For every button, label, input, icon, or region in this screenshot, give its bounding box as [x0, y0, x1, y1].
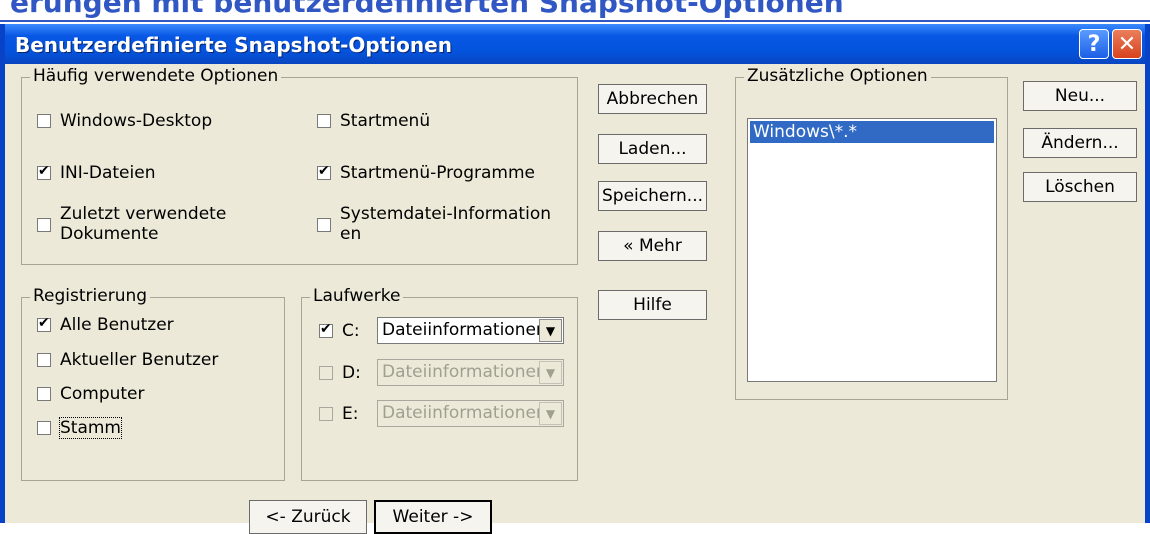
checkbox-label: Zuletzt verwendete Dokumente — [60, 204, 227, 244]
drive-e-checkbox[interactable] — [319, 407, 333, 421]
drive-d-checkbox[interactable] — [319, 366, 333, 380]
drive-e-label: E: — [342, 404, 359, 424]
new-button[interactable]: Neu... — [1023, 81, 1137, 111]
drives-group: Laufwerke C: Dateiinformationen ▼ D: Dat… — [301, 286, 578, 481]
background-header-rule — [0, 20, 1150, 22]
checkbox-label: Alle Benutzer — [60, 315, 174, 335]
close-icon[interactable]: ✕ — [1112, 29, 1142, 59]
additional-options-list[interactable]: Windows\*.* — [747, 118, 997, 382]
back-button[interactable]: <- Zurück — [249, 500, 367, 534]
frequent-options-group: Häufig verwendete Optionen Windows-Deskt… — [21, 66, 578, 265]
checkbox-computer[interactable]: Computer — [37, 384, 145, 404]
background-page-heading: erungen mit benutzerdefinierten Snapshot… — [10, 0, 844, 19]
checkbox-label: Windows-Desktop — [60, 111, 213, 131]
checkbox-box[interactable] — [317, 163, 331, 180]
snapshot-options-dialog: Benutzerdefinierte Snapshot-Optionen ? ✕… — [0, 24, 1150, 534]
drive-d-select[interactable]: Dateiinformationen ▼ — [377, 359, 564, 386]
dialog-client-area: Häufig verwendete Optionen Windows-Deskt… — [5, 64, 1145, 534]
edit-button[interactable]: Ändern... — [1023, 128, 1137, 158]
additional-options-legend: Zusätzliche Optionen — [744, 66, 931, 86]
delete-button[interactable]: Löschen — [1023, 172, 1137, 202]
checkbox-box[interactable] — [37, 114, 51, 128]
save-button[interactable]: Speichern... — [598, 181, 707, 211]
checkbox-label: Startmenü — [340, 111, 431, 131]
checkbox-ini-dateien[interactable]: INI-Dateien — [37, 163, 155, 183]
checkbox-stamm[interactable]: Stamm — [37, 417, 122, 439]
checkbox-box[interactable] — [37, 218, 51, 232]
checkbox-box[interactable] — [317, 114, 331, 128]
checkbox-label: Stamm — [59, 417, 122, 439]
checkbox-box[interactable] — [37, 163, 51, 180]
checkbox-label: Computer — [60, 384, 145, 404]
checkbox-box[interactable] — [317, 218, 331, 232]
drive-e-select-value: Dateiinformationen — [382, 403, 547, 423]
checkbox-box[interactable] — [37, 421, 51, 435]
checkbox-label: Startmenü-Programme — [340, 163, 535, 183]
list-item[interactable]: Windows\*.* — [750, 121, 994, 143]
load-button[interactable]: Laden... — [598, 134, 707, 164]
next-button[interactable]: Weiter -> — [374, 500, 492, 534]
more-button[interactable]: « Mehr — [598, 231, 707, 261]
drive-c-label: C: — [342, 321, 360, 341]
checkbox-startmenue-programme[interactable]: Startmenü-Programme — [317, 163, 535, 183]
dialog-titlebar[interactable]: Benutzerdefinierte Snapshot-Optionen ? ✕ — [5, 24, 1145, 64]
checkbox-box[interactable] — [37, 387, 51, 401]
checkbox-box[interactable] — [37, 353, 51, 367]
registry-group: Registrierung Alle Benutzer Aktueller Be… — [21, 286, 285, 481]
registry-legend: Registrierung — [30, 286, 151, 306]
frequent-options-legend: Häufig verwendete Optionen — [30, 66, 282, 86]
checkbox-label: Aktueller Benutzer — [60, 350, 219, 370]
help-icon[interactable]: ? — [1079, 29, 1109, 59]
cancel-button[interactable]: Abbrechen — [598, 84, 707, 114]
drive-c-select-value: Dateiinformationen — [382, 320, 547, 340]
checkbox-zuletzt-verwendete-dokumente[interactable]: Zuletzt verwendete Dokumente — [37, 204, 250, 244]
drive-d-select-value: Dateiinformationen — [382, 362, 547, 382]
checkbox-label: Systemdatei-Informationen — [340, 204, 551, 244]
checkbox-systemdatei-informationen[interactable]: Systemdatei-Informationen — [317, 204, 558, 244]
drive-c-checkbox[interactable] — [319, 321, 333, 338]
drive-d-label: D: — [342, 363, 361, 383]
checkbox-windows-desktop[interactable]: Windows-Desktop — [37, 111, 212, 131]
chevron-down-icon[interactable]: ▼ — [539, 319, 562, 342]
checkbox-box[interactable] — [37, 315, 51, 332]
help-button-label: Hilfe — [633, 295, 672, 315]
dialog-title: Benutzerdefinierte Snapshot-Optionen — [15, 33, 452, 57]
checkbox-startmenue[interactable]: Startmenü — [317, 111, 430, 131]
drive-c-select[interactable]: Dateiinformationen ▼ — [377, 317, 564, 344]
checkbox-aktueller-benutzer[interactable]: Aktueller Benutzer — [37, 350, 218, 370]
chevron-down-icon[interactable]: ▼ — [539, 361, 562, 384]
drive-e-select[interactable]: Dateiinformationen ▼ — [377, 400, 564, 427]
background-page-header: erungen mit benutzerdefinierten Snapshot… — [0, 0, 1150, 26]
drives-legend: Laufwerke — [310, 286, 404, 306]
checkbox-label: INI-Dateien — [60, 163, 156, 183]
help-button[interactable]: Hilfe — [598, 290, 707, 320]
chevron-down-icon[interactable]: ▼ — [539, 402, 562, 425]
checkbox-alle-benutzer[interactable]: Alle Benutzer — [37, 315, 174, 335]
